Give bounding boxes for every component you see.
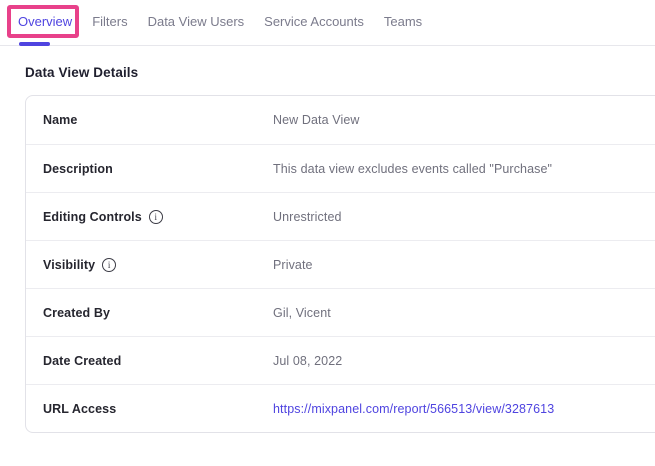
name-label: Name: [43, 113, 273, 127]
url-access-label: URL Access: [43, 402, 273, 416]
tab-overview[interactable]: Overview: [18, 14, 72, 45]
detail-row-url-access: URL Access https://mixpanel.com/report/5…: [26, 384, 655, 432]
name-value: New Data View: [273, 113, 655, 127]
detail-row-created-by: Created By Gil, Vicent: [26, 288, 655, 336]
visibility-value: Private: [273, 258, 655, 272]
tab-data-view-users[interactable]: Data View Users: [148, 14, 245, 45]
detail-row-visibility: Visibility i Private: [26, 240, 655, 288]
data-view-url-link[interactable]: https://mixpanel.com/report/566513/view/…: [273, 402, 554, 416]
tab-data-view-users-label: Data View Users: [148, 14, 245, 29]
tab-filters-label: Filters: [92, 14, 127, 29]
date-created-label: Date Created: [43, 354, 273, 368]
description-label: Description: [43, 162, 273, 176]
detail-row-editing-controls: Editing Controls i Unrestricted: [26, 192, 655, 240]
info-icon[interactable]: i: [102, 258, 116, 272]
data-view-details-card: Name New Data View Description This data…: [25, 95, 655, 433]
editing-controls-label: Editing Controls i: [43, 210, 273, 224]
settings-page: Overview Filters Data View Users Service…: [0, 0, 655, 466]
detail-row-name: Name New Data View: [26, 96, 655, 144]
date-created-value: Jul 08, 2022: [273, 354, 655, 368]
active-tab-indicator: [19, 42, 50, 46]
info-icon[interactable]: i: [149, 210, 163, 224]
detail-row-date-created: Date Created Jul 08, 2022: [26, 336, 655, 384]
tab-bar: Overview Filters Data View Users Service…: [0, 0, 655, 46]
created-by-value: Gil, Vicent: [273, 306, 655, 320]
tab-overview-label: Overview: [18, 14, 72, 29]
created-by-label: Created By: [43, 306, 273, 320]
visibility-label-text: Visibility: [43, 258, 95, 272]
tab-service-accounts-label: Service Accounts: [264, 14, 364, 29]
editing-controls-label-text: Editing Controls: [43, 210, 142, 224]
detail-row-description: Description This data view excludes even…: [26, 144, 655, 192]
visibility-label: Visibility i: [43, 258, 273, 272]
url-access-value: https://mixpanel.com/report/566513/view/…: [273, 402, 655, 416]
tab-teams-label: Teams: [384, 14, 422, 29]
tab-filters[interactable]: Filters: [92, 14, 127, 45]
page-title: Data View Details: [25, 65, 655, 80]
tab-teams[interactable]: Teams: [384, 14, 422, 45]
tab-service-accounts[interactable]: Service Accounts: [264, 14, 364, 45]
description-value: This data view excludes events called "P…: [273, 162, 655, 176]
editing-controls-value: Unrestricted: [273, 210, 655, 224]
